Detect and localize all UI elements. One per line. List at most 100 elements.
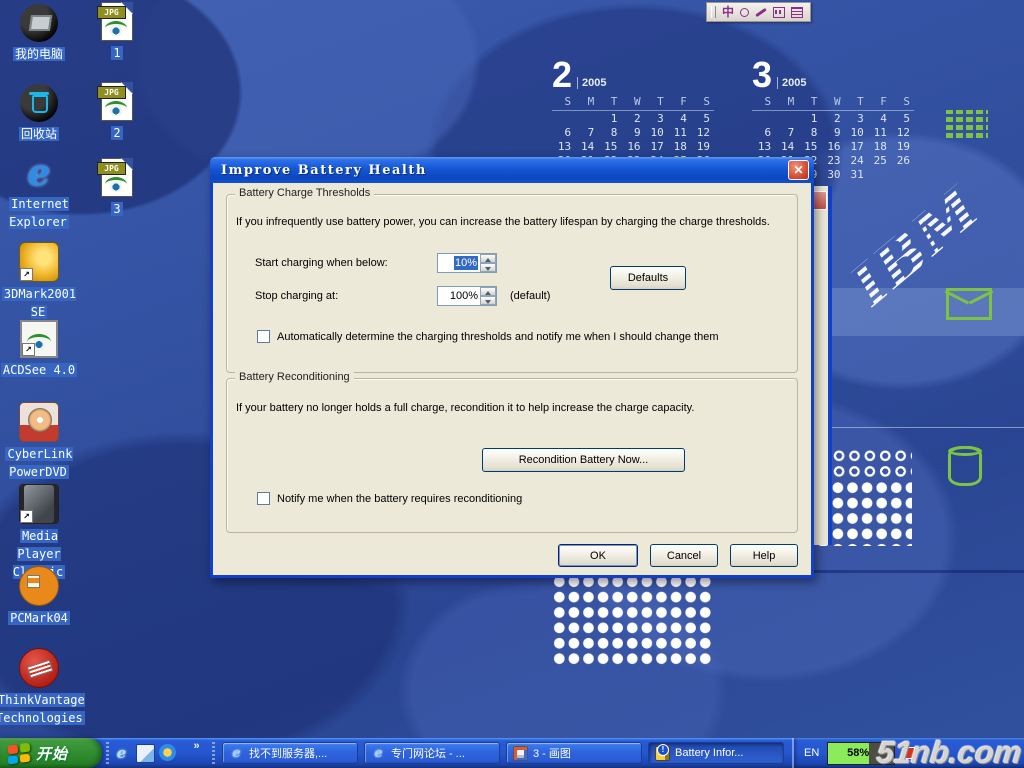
- desktop-icon-3dmark2001[interactable]: 3DMark2001 SE: [0, 242, 82, 321]
- my-computer-icon: [20, 4, 58, 42]
- task-button-label: Battery Infor...: [675, 747, 743, 759]
- taskbar: 开始 e » e 找不到服务器,... e专门网论坛 - ... 3 - 画图 Batt…: [0, 738, 1024, 768]
- spin-down-icon[interactable]: [480, 296, 496, 305]
- battery-percent-label: 58%: [828, 743, 869, 764]
- spin-down-icon[interactable]: [480, 263, 496, 272]
- background-window-button[interactable]: [812, 191, 827, 210]
- ime-soft-keyboard-icon[interactable]: [773, 7, 785, 18]
- desktop-icon-label: 回收站: [19, 127, 59, 141]
- start-button[interactable]: 开始: [0, 738, 102, 768]
- jpg-file-icon: JPG: [101, 158, 133, 197]
- desktop-icon-label: 2: [111, 126, 122, 140]
- quick-launch-chevron-icon[interactable]: »: [188, 740, 205, 757]
- quick-launch-media-icon[interactable]: [159, 744, 176, 761]
- defaults-button[interactable]: Defaults: [610, 266, 686, 290]
- desktop-icon-internet-explorer[interactable]: e Internet Explorer: [0, 154, 82, 231]
- calendar-day-headers: SMTWTFS: [752, 92, 914, 111]
- ime-pen-icon[interactable]: [755, 7, 767, 16]
- desktop-icon-recycle-bin[interactable]: 回收站: [0, 84, 82, 143]
- quick-launch-show-desktop-icon[interactable]: [136, 744, 155, 763]
- auto-thresholds-checkbox[interactable]: [257, 330, 270, 343]
- desktop-icon-label: ACDSee 4.0: [1, 363, 77, 377]
- language-indicator[interactable]: EN: [804, 747, 819, 759]
- jpg-file-icon: JPG: [101, 2, 133, 41]
- ime-grip-handle[interactable]: [711, 6, 716, 18]
- desktop-icon-label: PCMark04: [8, 611, 70, 625]
- task-button-paint[interactable]: 3 - 画图: [506, 742, 642, 764]
- desktop-icon-pcmark04[interactable]: PCMark04: [0, 566, 82, 627]
- watermark: 51nb.com: [875, 735, 1024, 768]
- desktop-icon-label: 1: [111, 46, 122, 60]
- task-button-ie[interactable]: e 找不到服务器,...: [222, 742, 358, 764]
- stop-charging-label: Stop charging at:: [255, 290, 338, 302]
- windows-flag-icon: [8, 742, 30, 764]
- quick-launch-ie-icon[interactable]: e: [113, 744, 130, 761]
- desktop-icon-label: ThinkVantage Technologies: [0, 693, 85, 725]
- start-charging-spinner[interactable]: 10%: [437, 253, 497, 273]
- recycle-bin-icon: [20, 84, 58, 122]
- auto-thresholds-checkbox-label[interactable]: Automatically determine the charging thr…: [277, 331, 797, 343]
- cancel-button[interactable]: Cancel: [650, 544, 718, 567]
- close-icon[interactable]: ✕: [788, 160, 809, 180]
- desktop-icon-label: 3: [111, 202, 122, 216]
- desktop-icon-jpg-file-1[interactable]: JPG 1: [74, 2, 160, 62]
- desktop-icon-label: Internet Explorer: [9, 197, 69, 229]
- desktop-icon-jpg-file-3[interactable]: JPG 3: [74, 158, 160, 218]
- desktop-icon-label: CyberLink PowerDVD: [5, 447, 72, 479]
- task-button-ie[interactable]: e专门网论坛 - ...: [364, 742, 500, 764]
- calendar-year: 2005: [577, 77, 606, 89]
- wallpaper-line: [830, 427, 1024, 428]
- group-legend: Battery Charge Thresholds: [235, 187, 374, 199]
- stop-charging-spinner[interactable]: 100%: [437, 286, 497, 306]
- ime-language-bar[interactable]: 中: [706, 2, 811, 22]
- dot-pattern: [552, 574, 712, 668]
- desktop-icon-thinkvantage[interactable]: ThinkVantage Technologies: [0, 648, 82, 727]
- grid-glyph-icon: [946, 110, 988, 138]
- internet-explorer-icon: e: [20, 154, 58, 192]
- paint-icon: [513, 746, 528, 761]
- task-button-label: 找不到服务器,...: [249, 745, 327, 761]
- calendar-day-headers: SMTWTFS: [552, 92, 714, 111]
- ie-icon: e: [229, 746, 244, 761]
- default-suffix-label: (default): [510, 290, 550, 302]
- desktop-icon-acdsee[interactable]: ACDSee 4.0: [0, 320, 82, 379]
- desktop-icon-jpg-file-2[interactable]: JPG 2: [74, 82, 160, 142]
- task-button-battery[interactable]: Battery Infor...: [648, 742, 784, 764]
- ime-menu-icon[interactable]: [791, 7, 803, 18]
- stop-charging-value[interactable]: 100%: [438, 287, 480, 305]
- envelope-icon: [946, 288, 992, 320]
- powerdvd-icon: [19, 402, 59, 442]
- 3dmark2001-icon: [19, 242, 59, 282]
- desktop-icon-label: 我的电脑: [13, 47, 65, 61]
- calendar-month-number: 3: [752, 58, 772, 92]
- dialog-title: Improve Battery Health: [221, 163, 788, 178]
- calendar-february: 2 2005 SMTWTFS 1234567891011121314151617…: [552, 56, 714, 166]
- notify-reconditioning-checkbox[interactable]: [257, 492, 270, 505]
- task-button-label: 3 - 画图: [533, 745, 571, 761]
- desktop-icon-powerdvd[interactable]: CyberLink PowerDVD: [0, 402, 82, 481]
- recondition-battery-button[interactable]: Recondition Battery Now...: [482, 448, 685, 472]
- cylinder-icon: [948, 446, 982, 486]
- help-button[interactable]: Help: [730, 544, 798, 567]
- ime-chinese-mode-icon[interactable]: 中: [722, 6, 734, 18]
- media-player-classic-icon: [19, 484, 59, 524]
- thinkvantage-icon: [19, 648, 59, 688]
- calendar-year: 2005: [777, 77, 806, 89]
- battery-icon: [655, 746, 670, 761]
- ok-button[interactable]: OK: [558, 544, 638, 567]
- spin-up-icon[interactable]: [480, 254, 496, 263]
- ime-width-toggle-icon[interactable]: [740, 8, 749, 17]
- pcmark04-icon: [19, 566, 59, 606]
- calendar-month-number: 2: [552, 58, 572, 92]
- task-button-label: 专门网论坛 - ...: [391, 745, 465, 761]
- notify-reconditioning-checkbox-label[interactable]: Notify me when the battery requires reco…: [277, 493, 777, 505]
- acdsee-icon: [20, 320, 58, 358]
- spin-up-icon[interactable]: [480, 287, 496, 296]
- start-charging-value[interactable]: 10%: [454, 256, 478, 270]
- group-legend: Battery Reconditioning: [235, 371, 354, 383]
- reconditioning-description: If your battery no longer holds a full c…: [236, 402, 796, 414]
- jpg-file-icon: JPG: [101, 82, 133, 121]
- desktop-icon-my-computer[interactable]: 我的电脑: [0, 4, 82, 63]
- improve-battery-health-dialog: Improve Battery Health ✕ Battery Charge …: [210, 157, 814, 578]
- dialog-titlebar[interactable]: Improve Battery Health ✕: [210, 157, 814, 183]
